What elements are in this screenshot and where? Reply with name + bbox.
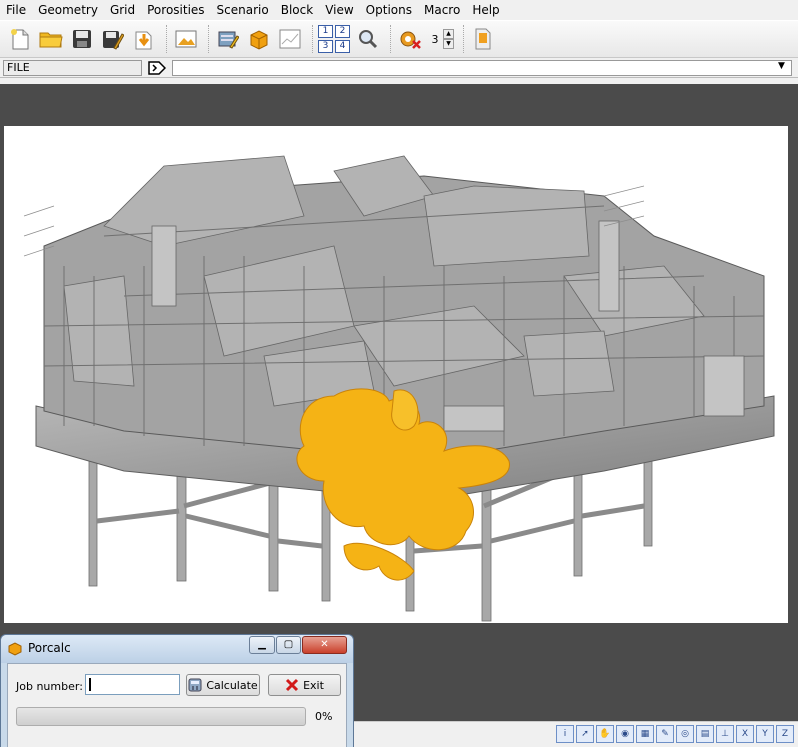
view-4-button[interactable]: 4 [335, 40, 350, 53]
z-axis-icon[interactable]: Z [776, 725, 794, 743]
minimize-button[interactable]: ▁ [249, 636, 275, 654]
dialog-body: Job number: Calculate Exit 0% [7, 663, 347, 747]
menu-bar: File Geometry Grid Porosities Scenario B… [0, 0, 798, 20]
open-folder-button[interactable] [37, 24, 65, 54]
edit-layers-icon [218, 31, 239, 49]
menu-view[interactable]: View [319, 0, 359, 20]
execute-arrow-icon [148, 61, 166, 75]
chart-window-icon [279, 29, 301, 49]
command-label: FILE [3, 60, 142, 76]
properties-button[interactable] [469, 24, 497, 54]
document-gear-icon [475, 28, 491, 50]
menu-block[interactable]: Block [275, 0, 319, 20]
edit-geometry-button[interactable] [214, 24, 242, 54]
3d-viewport[interactable] [0, 84, 798, 721]
x-axis-icon[interactable]: X [736, 725, 754, 743]
render-canvas[interactable] [4, 126, 788, 623]
menu-macro[interactable]: Macro [418, 0, 466, 20]
eye-icon[interactable]: ◎ [676, 725, 694, 743]
offshore-platform-model[interactable] [4, 126, 788, 623]
job-number-label: Job number: [16, 680, 83, 693]
menu-scenario[interactable]: Scenario [211, 0, 275, 20]
menu-help[interactable]: Help [466, 0, 505, 20]
progress-percent: 0% [315, 710, 333, 723]
calculate-button[interactable]: Calculate [186, 674, 260, 696]
toolbar: 1 2 3 4 3 ▲ ▼ [0, 20, 798, 58]
dialog-title: Porcalc [28, 641, 71, 655]
spinner-value[interactable]: 3 [427, 33, 443, 46]
y-axis-icon[interactable]: Y [756, 725, 774, 743]
dialog-title-bar[interactable]: Porcalc ▁ ▢ ✕ [1, 635, 353, 663]
close-button[interactable]: ✕ [302, 636, 347, 654]
command-input[interactable] [172, 60, 792, 76]
import-icon [135, 31, 152, 50]
red-x-icon [285, 678, 299, 692]
maximize-button[interactable]: ▢ [276, 636, 301, 654]
brush-icon[interactable]: ✎ [656, 725, 674, 743]
text-caret [89, 678, 91, 691]
view-2-button[interactable]: 2 [335, 25, 350, 38]
spinner-up-button[interactable]: ▲ [443, 29, 454, 39]
menu-geometry[interactable]: Geometry [32, 0, 104, 20]
toolbar-separator [390, 25, 391, 53]
toolbar-separator [208, 25, 209, 53]
image-export-button[interactable] [172, 24, 200, 54]
menu-porosities[interactable]: Porosities [141, 0, 210, 20]
save-as-button[interactable] [99, 24, 127, 54]
block-button[interactable] [245, 24, 273, 54]
spinner-down-button[interactable]: ▼ [443, 39, 454, 49]
orange-box-icon [250, 30, 268, 50]
zoom-button[interactable] [354, 24, 382, 54]
info-icon[interactable]: i [556, 725, 574, 743]
save-button[interactable] [68, 24, 96, 54]
exit-button[interactable]: Exit [268, 674, 341, 696]
magnifier-icon [359, 30, 378, 49]
run-command-button[interactable] [147, 60, 167, 76]
job-number-input[interactable] [85, 674, 180, 695]
app-cube-icon [8, 642, 22, 659]
toolbar-separator [312, 25, 313, 53]
porcalc-dialog: Porcalc ▁ ▢ ✕ Job number: Calculate Exit… [0, 634, 354, 747]
picture-icon [175, 30, 197, 48]
view-1-button[interactable]: 1 [318, 25, 333, 38]
axes-icon[interactable]: ⊥ [716, 725, 734, 743]
gear-remove-icon [400, 31, 421, 49]
count-spinner[interactable]: 3 ▲ ▼ [427, 29, 454, 49]
layers-icon[interactable]: ▤ [696, 725, 714, 743]
new-document-icon [11, 29, 29, 50]
menu-grid[interactable]: Grid [104, 0, 141, 20]
calculate-label: Calculate [206, 678, 258, 692]
open-folder-icon [39, 32, 63, 48]
pointer-icon[interactable]: ➚ [576, 725, 594, 743]
chevron-down-icon[interactable]: ▼ [778, 61, 785, 71]
table-icon[interactable]: ▦ [636, 725, 654, 743]
new-file-button[interactable] [6, 24, 34, 54]
camera-icon[interactable]: ◉ [616, 725, 634, 743]
toolbar-separator [166, 25, 167, 53]
command-row: FILE ▼ [0, 58, 798, 78]
import-button[interactable] [130, 24, 158, 54]
save-as-icon [103, 31, 124, 50]
save-disk-icon [73, 30, 91, 48]
chart-button[interactable] [276, 24, 304, 54]
exit-label: Exit [303, 678, 324, 692]
toolbar-separator [463, 25, 464, 53]
menu-file[interactable]: File [0, 0, 32, 20]
monitor-remove-button[interactable] [396, 24, 424, 54]
calculator-icon [188, 678, 202, 692]
view-layout-selector[interactable]: 1 2 3 4 [318, 24, 350, 54]
pan-hand-icon[interactable]: ✋ [596, 725, 614, 743]
menu-options[interactable]: Options [360, 0, 418, 20]
progress-bar [16, 707, 306, 726]
view-3-button[interactable]: 3 [318, 40, 333, 53]
